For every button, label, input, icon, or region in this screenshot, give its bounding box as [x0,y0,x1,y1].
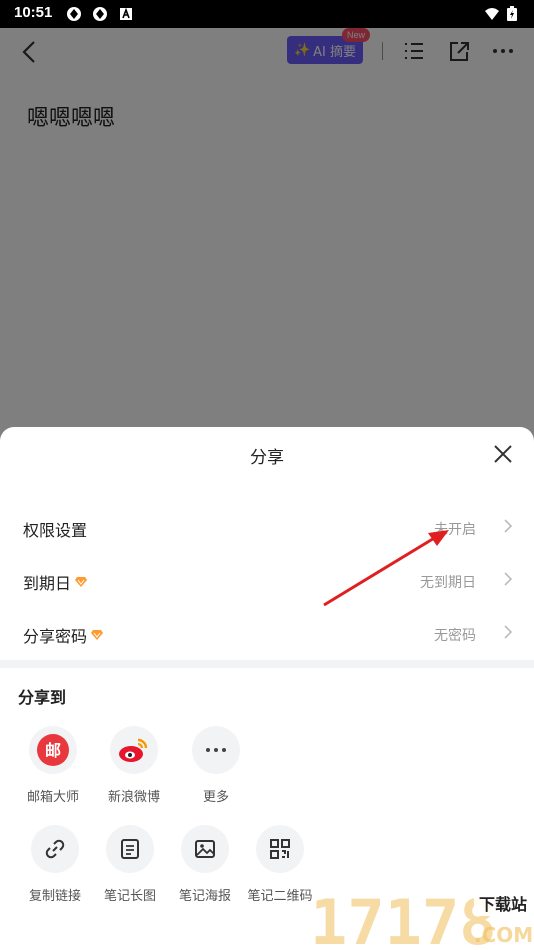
svg-text:17178: 17178 [310,886,497,950]
svg-text:下载站: 下载站 [479,895,527,914]
site-watermark-logo: 17178 下载站 .COM [310,886,533,950]
annotation-arrow [323,530,449,607]
svg-text:.COM: .COM [474,923,533,947]
